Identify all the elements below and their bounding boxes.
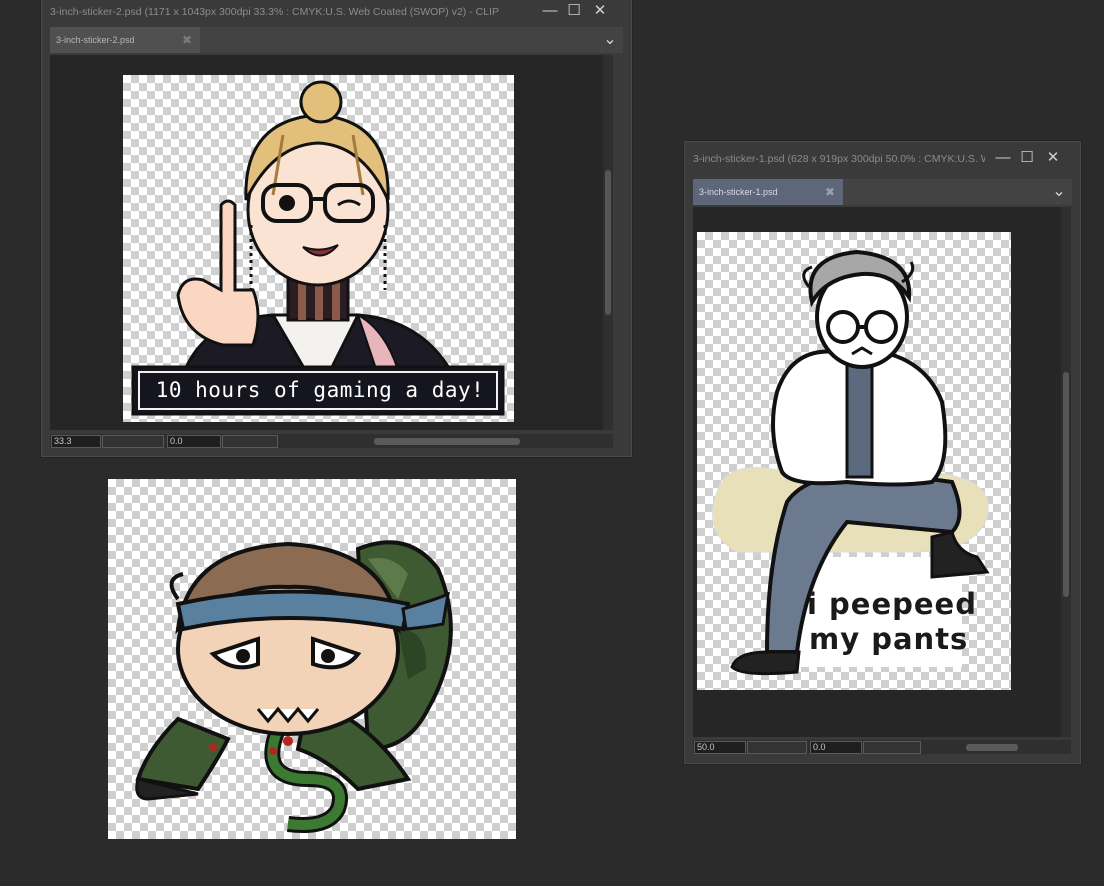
window-title: 3-inch-sticker-2.psd (1171 x 1043px 300d… [50, 6, 499, 18]
vertical-scrollbar-thumb[interactable] [605, 170, 611, 315]
close-icon[interactable]: ✕ [1042, 148, 1064, 170]
status-bar: 33.3 0.0 [50, 434, 613, 448]
document-window-sticker-1[interactable]: 3-inch-sticker-1.psd (628 x 919px 300dpi… [684, 141, 1081, 764]
canvas-sticker-2: 10 hours of gaming a day! [123, 75, 514, 422]
canvas-sticker-3 [108, 479, 516, 839]
zoom-field[interactable]: 33.3 [51, 435, 101, 448]
rotation-field[interactable]: 0.0 [810, 741, 862, 754]
sticker-artwork-headband-soldier [135, 540, 453, 833]
status-bar: 50.0 0.0 [693, 740, 1071, 754]
window-titlebar[interactable]: 3-inch-sticker-1.psd (628 x 919px 300dpi… [685, 148, 1080, 170]
zoom-slider[interactable] [747, 741, 807, 754]
tab-3-inch-sticker-2[interactable]: 3-inch-sticker-2.psd ✖ [50, 27, 200, 53]
horizontal-scrollbar-thumb[interactable] [966, 744, 1018, 751]
tab-label: 3-inch-sticker-2.psd [56, 35, 135, 45]
zoom-field[interactable]: 50.0 [694, 741, 746, 754]
sticker-caption-line2: my pants [809, 622, 969, 656]
tab-close-icon[interactable]: ✖ [825, 179, 835, 205]
document-tab-bar: 3-inch-sticker-2.psd ✖ ⌄ [50, 27, 623, 53]
sticker-artwork-woman-glasses [131, 80, 505, 416]
document-window-sticker-2[interactable]: 3-inch-sticker-2.psd (1171 x 1043px 300d… [41, 0, 632, 457]
tab-close-icon[interactable]: ✖ [182, 27, 192, 53]
canvas-sticker-1: i peepeed my pants [697, 232, 1011, 690]
sticker-caption-gaming: 10 hours of gaming a day! [155, 378, 485, 402]
rotation-slider[interactable] [863, 741, 921, 754]
maximize-icon[interactable]: ☐ [1016, 148, 1038, 170]
canvas-area[interactable]: 10 hours of gaming a day! [50, 55, 613, 430]
maximize-icon[interactable]: ☐ [563, 1, 585, 23]
close-icon[interactable]: ✕ [589, 1, 611, 23]
minimize-icon[interactable]: — [992, 148, 1014, 170]
chevron-down-icon[interactable]: ⌄ [1046, 179, 1072, 205]
chevron-down-icon[interactable]: ⌄ [597, 27, 623, 53]
vertical-scrollbar[interactable] [1061, 207, 1071, 737]
vertical-scrollbar-thumb[interactable] [1063, 372, 1069, 597]
tab-3-inch-sticker-1[interactable]: 3-inch-sticker-1.psd ✖ [693, 179, 843, 205]
tab-label: 3-inch-sticker-1.psd [699, 187, 778, 197]
canvas-area[interactable]: i peepeed my pants [693, 207, 1071, 737]
horizontal-scrollbar-thumb[interactable] [374, 438, 520, 445]
minimize-icon[interactable]: — [539, 1, 561, 23]
sticker-caption-line1: i peepeed [807, 587, 977, 621]
window-title: 3-inch-sticker-1.psd (628 x 919px 300dpi… [693, 153, 985, 165]
rotation-slider[interactable] [222, 435, 278, 448]
rotation-field[interactable]: 0.0 [167, 435, 221, 448]
vertical-scrollbar[interactable] [603, 55, 613, 430]
document-tab-bar: 3-inch-sticker-1.psd ✖ ⌄ [693, 179, 1072, 205]
zoom-slider[interactable] [102, 435, 164, 448]
window-titlebar[interactable]: 3-inch-sticker-2.psd (1171 x 1043px 300d… [42, 1, 631, 23]
